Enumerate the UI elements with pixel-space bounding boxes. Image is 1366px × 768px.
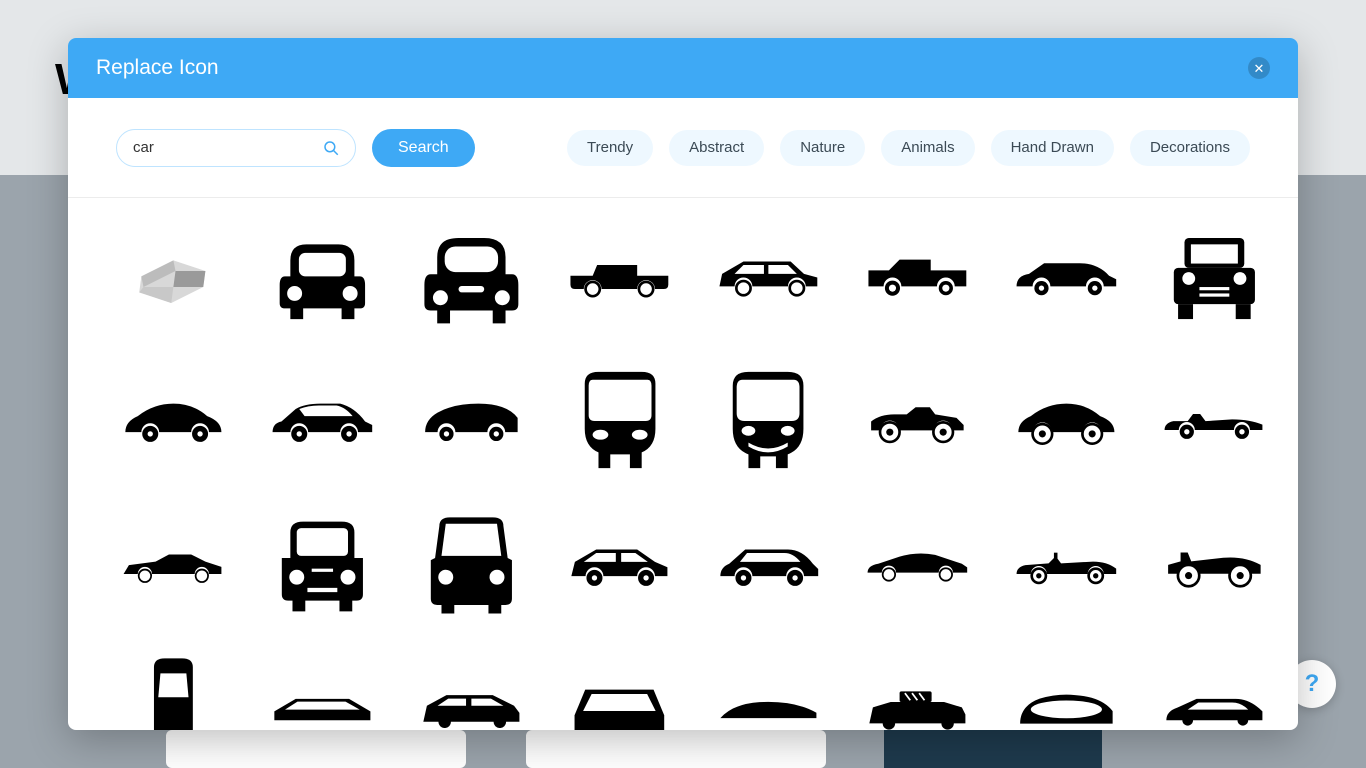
category-chip-trendy[interactable]: Trendy (567, 130, 653, 166)
sports-side-icon[interactable] (864, 510, 971, 618)
icon-gallery[interactable] (68, 198, 1298, 730)
replace-icon-modal: Replace Icon ✕ Search Trendy Abstract Na… (68, 38, 1298, 730)
search-input[interactable] (116, 129, 356, 167)
search-button[interactable]: Search (372, 129, 475, 167)
category-chip-animals[interactable]: Animals (881, 130, 974, 166)
car-front-icon[interactable] (269, 222, 376, 330)
van-front-icon[interactable] (418, 510, 525, 618)
modal-header: Replace Icon ✕ (68, 38, 1298, 98)
icon-row (120, 654, 1268, 730)
beetle-side-icon[interactable] (120, 366, 227, 474)
icon-row (120, 366, 1268, 474)
van-side-icon[interactable] (864, 222, 971, 330)
hatchback-side-2-icon[interactable] (566, 510, 673, 618)
car-front-simple-icon[interactable] (566, 654, 673, 730)
category-chip-decorations[interactable]: Decorations (1130, 130, 1250, 166)
hatch-silhouette-icon[interactable] (269, 654, 376, 730)
icon-row (120, 222, 1268, 330)
icon-row (120, 510, 1268, 618)
convertible-side-icon[interactable] (1013, 510, 1120, 618)
jeep-front-icon[interactable] (1161, 222, 1268, 330)
smart-front-icon[interactable] (566, 366, 673, 474)
crossover-side-icon[interactable] (715, 510, 822, 618)
roadster-side-icon[interactable] (1161, 366, 1268, 474)
minivan-side-icon[interactable] (418, 366, 525, 474)
car-cover-icon[interactable] (1013, 654, 1120, 730)
background-dark-card (884, 730, 1102, 768)
coupe-side-icon[interactable] (1013, 222, 1120, 330)
smart-front-smile-icon[interactable] (715, 366, 822, 474)
modern-side-icon[interactable] (1161, 654, 1268, 730)
sedan-side-icon[interactable] (566, 222, 673, 330)
close-icon: ✕ (1254, 62, 1265, 75)
car-top-icon[interactable] (120, 654, 227, 730)
car-front-rounded-icon[interactable] (418, 222, 525, 330)
modal-title: Replace Icon (96, 56, 219, 80)
taxi-side-icon[interactable] (864, 654, 971, 730)
hotrod-side-icon[interactable] (864, 366, 971, 474)
suv-silhouette-icon[interactable] (418, 654, 525, 730)
isometric-car-icon[interactable] (120, 222, 227, 330)
muscle-side-icon[interactable] (120, 510, 227, 618)
category-chip-nature[interactable]: Nature (780, 130, 865, 166)
search-wrapper (116, 129, 356, 167)
compact-front-icon[interactable] (269, 510, 376, 618)
category-chip-abstract[interactable]: Abstract (669, 130, 764, 166)
close-button[interactable]: ✕ (1248, 57, 1270, 79)
background-card (526, 730, 826, 768)
beetle-side-2-icon[interactable] (1013, 366, 1120, 474)
toolbar: Search Trendy Abstract Nature Animals Ha… (68, 98, 1298, 198)
background-card (166, 730, 466, 768)
hatchback-side-icon[interactable] (715, 222, 822, 330)
category-chip-hand-drawn[interactable]: Hand Drawn (991, 130, 1114, 166)
sedan-side-2-icon[interactable] (269, 366, 376, 474)
vintage-race-side-icon[interactable] (1161, 510, 1268, 618)
sports-silhouette-icon[interactable] (715, 654, 822, 730)
